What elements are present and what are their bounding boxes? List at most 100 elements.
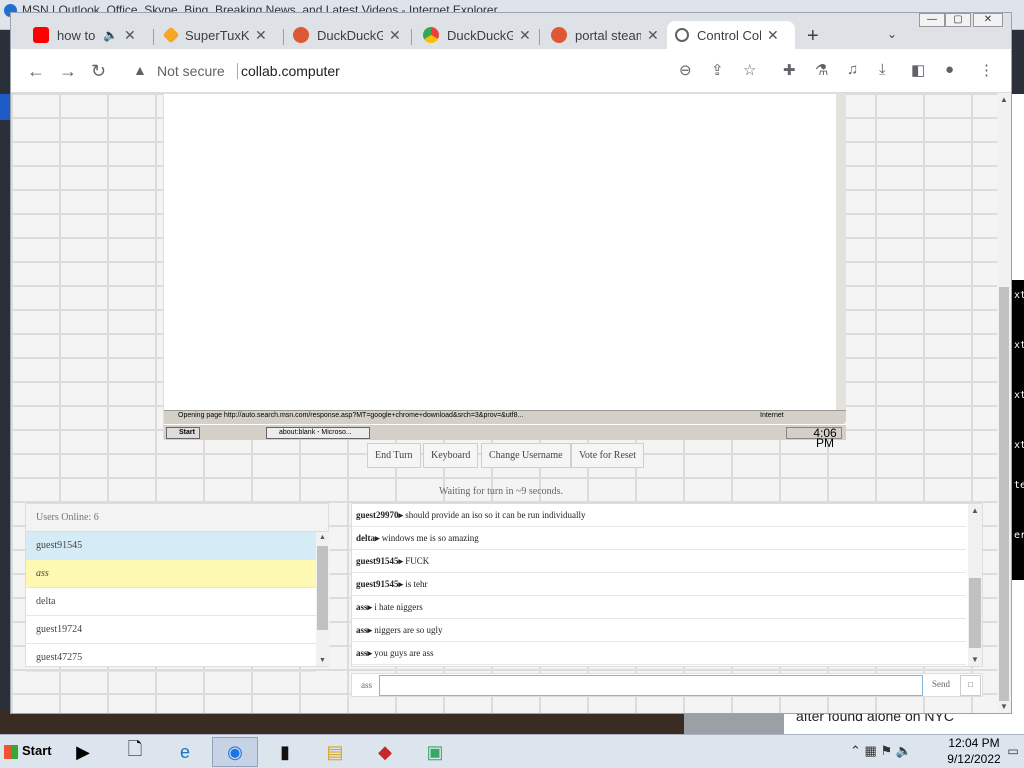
users-scroll-thumb[interactable] xyxy=(317,546,328,630)
vm-task-button[interactable]: about:blank - Microso... xyxy=(266,427,370,439)
menu-kebab-icon[interactable]: ⋮ xyxy=(979,61,994,79)
chat-message: guest91545▸ FUCK xyxy=(352,550,966,573)
system-tray[interactable]: ⌃ ▦ ⚑ 🔈 xyxy=(850,743,912,759)
volume-icon[interactable]: 🔈 xyxy=(896,743,912,758)
scroll-up-icon[interactable]: ▲ xyxy=(1000,95,1008,104)
chat-text: niggers are so ugly xyxy=(374,625,443,635)
command-prompt-icon[interactable]: ▮ xyxy=(262,737,308,767)
page-scroll-thumb[interactable] xyxy=(999,287,1009,701)
users-scrollbar[interactable]: ▲ ▼ xyxy=(316,532,329,666)
system-clock[interactable]: 12:04 PM 9/12/2022 xyxy=(946,735,1002,767)
scroll-down-icon[interactable]: ▼ xyxy=(971,655,979,664)
close-icon[interactable]: ✕ xyxy=(389,27,401,44)
tab-supertuxkart[interactable]: SuperTuxKar ✕ xyxy=(157,21,275,49)
close-icon[interactable]: ✕ xyxy=(124,27,136,44)
scroll-down-icon[interactable]: ▼ xyxy=(319,657,326,664)
media-player-icon[interactable]: ▶ xyxy=(60,737,106,767)
chat-user: guest91545 xyxy=(356,556,399,566)
close-icon[interactable]: ✕ xyxy=(647,27,659,44)
vm-start-button[interactable]: Start xyxy=(166,427,200,439)
user-item-self[interactable]: ass xyxy=(26,560,316,588)
chat-scroll-thumb[interactable] xyxy=(969,578,981,648)
reload-button[interactable]: ↻ xyxy=(91,61,106,82)
close-icon[interactable]: ✕ xyxy=(255,27,267,44)
media-control-icon[interactable]: ♫ xyxy=(847,61,858,78)
end-turn-button[interactable]: End Turn xyxy=(367,443,421,468)
clock-date: 9/12/2022 xyxy=(947,752,1001,766)
back-button[interactable]: ← xyxy=(27,61,45,82)
minimize-button[interactable]: — xyxy=(919,13,945,27)
close-window-button[interactable]: ✕ xyxy=(973,13,1003,27)
chrome-window: how to 🔈 ✕ SuperTuxKar ✕ DuckDuckG ✕ Duc… xyxy=(10,12,1012,714)
share-icon[interactable]: ⇪ xyxy=(711,61,724,79)
action-center-icon[interactable]: ⚑ xyxy=(880,743,892,758)
chat-panel: guest29970▸ should provide an iso so it … xyxy=(351,503,983,667)
vm-status-text: Opening page http://auto.search.msn.com/… xyxy=(178,412,524,419)
page-scrollbar[interactable]: ▲ ▼ xyxy=(997,93,1011,713)
tab-search-chevron-icon[interactable]: ⌄ xyxy=(887,27,897,41)
user-item[interactable]: delta xyxy=(26,588,316,616)
user-item[interactable]: guest19724 xyxy=(26,616,316,644)
vm-zone-label: Internet xyxy=(760,412,784,419)
computer-management-icon[interactable]: ▣ xyxy=(412,737,458,767)
bookmark-star-icon[interactable]: ☆ xyxy=(743,61,756,79)
tab-label: Control Coll xyxy=(697,27,761,43)
chat-extra-button[interactable]: □ xyxy=(960,675,981,696)
user-item[interactable]: guest91545 xyxy=(26,532,316,560)
tab-separator xyxy=(411,29,412,45)
chat-text: FUCK xyxy=(405,556,430,566)
chrome-taskbar-icon[interactable]: ◉ xyxy=(212,737,258,767)
vm-clock: 4:06 PM xyxy=(786,427,842,449)
scroll-up-icon[interactable]: ▲ xyxy=(319,534,326,541)
profile-avatar-icon[interactable]: ● xyxy=(945,61,954,78)
address-bar[interactable]: ▲ Not secure collab.computer xyxy=(127,55,727,87)
vm-browser-page[interactable] xyxy=(164,94,836,410)
scroll-down-icon[interactable]: ▼ xyxy=(1000,702,1008,711)
youtube-icon xyxy=(33,27,49,43)
internet-explorer-icon[interactable]: e xyxy=(162,737,208,767)
tab-youtube[interactable]: how to 🔈 ✕ xyxy=(25,21,144,49)
forward-button[interactable]: → xyxy=(59,61,77,82)
page-content: Opening page http://auto.search.msn.com/… xyxy=(11,93,997,713)
send-button[interactable]: Send xyxy=(926,675,956,696)
change-username-button[interactable]: Change Username xyxy=(481,443,571,468)
file-explorer-icon[interactable]: ▤ xyxy=(312,737,358,767)
zoom-icon[interactable]: ⊖ xyxy=(679,61,692,79)
lab-flask-icon[interactable]: ⚗ xyxy=(815,61,828,79)
url-text[interactable]: collab.computer xyxy=(241,63,340,79)
tab-portal-steam[interactable]: portal steam ✕ xyxy=(543,21,667,49)
security-label[interactable]: Not secure xyxy=(157,63,225,79)
maximize-button[interactable]: ▢ xyxy=(945,13,971,27)
vote-reset-button[interactable]: Vote for Reset xyxy=(571,443,645,468)
tab-control-collab[interactable]: Control Coll ✕ xyxy=(667,21,795,49)
document-icon[interactable]: 🗋 xyxy=(112,737,158,767)
vm-screen[interactable]: Opening page http://auto.search.msn.com/… xyxy=(163,93,846,449)
chat-message-input[interactable] xyxy=(379,675,923,696)
extensions-icon[interactable]: ✚ xyxy=(783,61,796,79)
new-tab-button[interactable]: + xyxy=(807,25,819,48)
scroll-up-icon[interactable]: ▲ xyxy=(971,506,979,515)
vm-scrollbar[interactable] xyxy=(836,94,846,410)
network-icon[interactable]: ▦ xyxy=(865,743,877,758)
duckduckgo-icon xyxy=(293,27,309,43)
user-item[interactable]: guest47275 xyxy=(26,644,316,672)
warning-icon[interactable]: ▲ xyxy=(133,62,147,78)
side-panel-icon[interactable]: ◧ xyxy=(911,61,925,79)
tab-label: DuckDuckG xyxy=(447,27,513,43)
keyboard-button[interactable]: Keyboard xyxy=(423,443,479,468)
close-icon[interactable]: ✕ xyxy=(767,27,779,44)
chat-text: i hate niggers xyxy=(374,602,423,612)
tray-chevron-icon[interactable]: ⌃ xyxy=(850,743,861,758)
speaker-icon[interactable]: 🔈 xyxy=(103,28,118,42)
tab-duckduckgo-1[interactable]: DuckDuckG ✕ xyxy=(285,21,409,49)
close-icon[interactable]: ✕ xyxy=(519,27,531,44)
supertuxkart-app-icon[interactable]: ◆ xyxy=(362,737,408,767)
start-button[interactable]: Start xyxy=(2,739,54,765)
tab-duckduckgo-2[interactable]: DuckDuckG ✕ xyxy=(415,21,539,49)
show-desktop-button[interactable]: ▭ xyxy=(1004,737,1022,765)
download-icon[interactable]: ⤓ xyxy=(879,61,886,78)
background-window-edge xyxy=(0,94,10,120)
chat-scrollbar[interactable]: ▲ ▼ xyxy=(968,504,982,666)
globe-icon xyxy=(675,28,689,42)
users-panel: Users Online: 6 guest91545 ass delta gue… xyxy=(25,503,329,672)
